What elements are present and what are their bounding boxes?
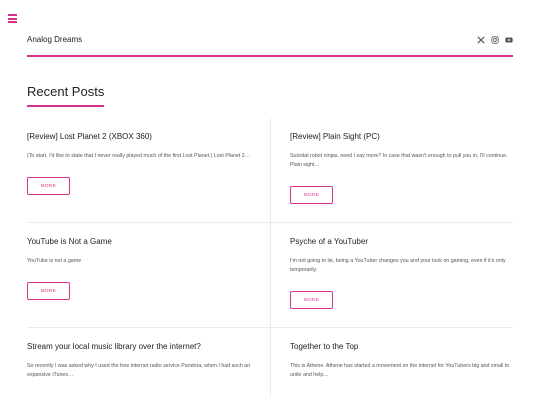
instagram-icon[interactable] bbox=[491, 36, 499, 44]
post-title[interactable]: YouTube is Not a Game bbox=[27, 237, 270, 247]
social-links bbox=[477, 36, 513, 44]
post-card: Stream your local music library over the… bbox=[27, 328, 270, 398]
post-excerpt: (To start, I'd like to state that I neve… bbox=[27, 153, 250, 159]
post-excerpt: YouTube is not a game bbox=[27, 258, 82, 264]
post-title[interactable]: [Review] Plain Sight (PC) bbox=[290, 132, 513, 142]
post-excerpt: This is Athene. Athene has started a mov… bbox=[290, 363, 510, 378]
post-title[interactable]: Stream your local music library over the… bbox=[27, 342, 270, 352]
post-card: Psyche of a YouTuber I'm not going to li… bbox=[270, 223, 513, 327]
x-icon[interactable] bbox=[477, 36, 485, 44]
post-excerpt: So recently I was asked why I used the f… bbox=[27, 363, 251, 378]
more-button[interactable]: MORE bbox=[27, 282, 70, 300]
post-title[interactable]: Together to the Top bbox=[290, 342, 513, 352]
post-card: YouTube is Not a Game YouTube is not a g… bbox=[27, 223, 270, 327]
post-card: Together to the Top This is Athene. Athe… bbox=[270, 328, 513, 398]
posts-row: YouTube is Not a Game YouTube is not a g… bbox=[27, 222, 513, 327]
more-button[interactable]: MORE bbox=[290, 291, 333, 309]
posts-row: [Review] Lost Planet 2 (XBOX 360) (To st… bbox=[27, 118, 513, 222]
section-title: Recent Posts bbox=[27, 84, 105, 99]
posts-row: Stream your local music library over the… bbox=[27, 327, 513, 398]
post-title[interactable]: Psyche of a YouTuber bbox=[290, 237, 513, 247]
posts-grid: [Review] Lost Planet 2 (XBOX 360) (To st… bbox=[27, 118, 513, 398]
site-header: Analog Dreams bbox=[27, 33, 513, 57]
post-excerpt: I'm not going to lie, being a YouTuber c… bbox=[290, 258, 506, 273]
hamburger-icon[interactable] bbox=[8, 14, 17, 23]
more-button[interactable]: MORE bbox=[27, 177, 70, 195]
post-title[interactable]: [Review] Lost Planet 2 (XBOX 360) bbox=[27, 132, 270, 142]
site-title[interactable]: Analog Dreams bbox=[27, 35, 82, 44]
youtube-icon[interactable] bbox=[505, 36, 513, 44]
post-card: [Review] Plain Sight (PC) Suicidal robot… bbox=[270, 118, 513, 222]
more-button[interactable]: MORE bbox=[290, 186, 333, 204]
post-card: [Review] Lost Planet 2 (XBOX 360) (To st… bbox=[27, 118, 270, 222]
post-excerpt: Suicidal robot ninjas, need I say more? … bbox=[290, 153, 508, 168]
section-underline bbox=[27, 105, 104, 107]
